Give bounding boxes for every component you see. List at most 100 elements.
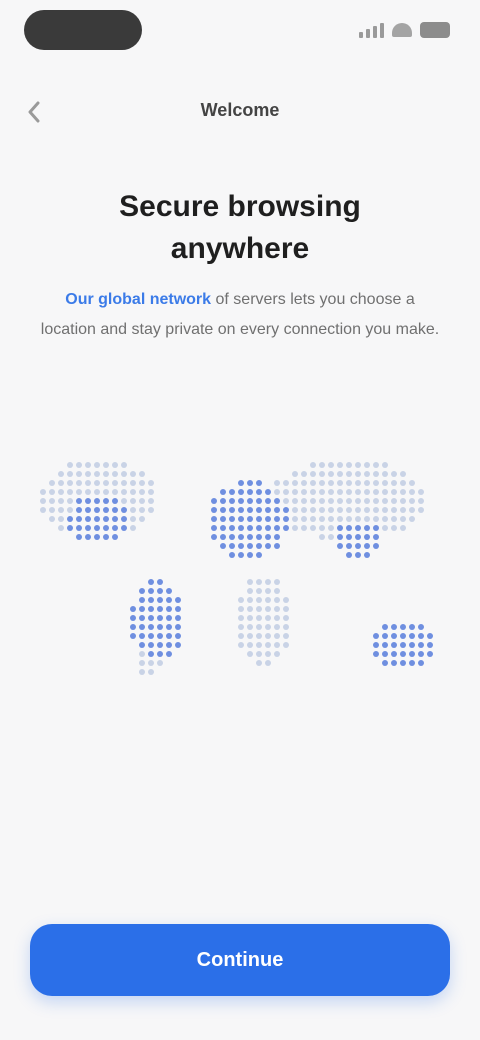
map-dot [328, 480, 334, 486]
map-dot [328, 471, 334, 477]
map-dot [76, 507, 82, 513]
continue-button[interactable]: Continue [30, 924, 450, 996]
map-dot [94, 516, 100, 522]
map-dot [85, 462, 91, 468]
map-dot [112, 480, 118, 486]
map-dot [130, 516, 136, 522]
map-dot [139, 480, 145, 486]
map-dot [391, 480, 397, 486]
map-dot [148, 615, 154, 621]
map-dot [148, 498, 154, 504]
map-dot [292, 471, 298, 477]
map-dot [49, 480, 55, 486]
map-dot [328, 534, 334, 540]
map-dot [409, 480, 415, 486]
map-dot [355, 552, 361, 558]
map-dot [265, 597, 271, 603]
map-dot [373, 471, 379, 477]
map-dot [121, 489, 127, 495]
map-dot [355, 534, 361, 540]
map-dot [85, 489, 91, 495]
map-dot [346, 534, 352, 540]
map-dot [103, 498, 109, 504]
map-dot [238, 489, 244, 495]
map-dot [400, 642, 406, 648]
map-dot [337, 516, 343, 522]
map-dot [310, 471, 316, 477]
map-dot [382, 525, 388, 531]
map-dot [409, 498, 415, 504]
map-dot [166, 633, 172, 639]
map-dot [238, 552, 244, 558]
description: Our global network of servers lets you c… [38, 285, 442, 345]
map-dot [337, 507, 343, 513]
map-dot [310, 480, 316, 486]
map-dot [247, 624, 253, 630]
map-dot [364, 462, 370, 468]
map-dot [364, 489, 370, 495]
map-dot [337, 543, 343, 549]
map-dot [301, 480, 307, 486]
map-dot [175, 597, 181, 603]
map-dot [76, 498, 82, 504]
map-dot [283, 489, 289, 495]
map-dot [175, 624, 181, 630]
map-dot [121, 525, 127, 531]
map-dot [274, 498, 280, 504]
map-dot [139, 588, 145, 594]
map-dot [76, 489, 82, 495]
map-dot [427, 633, 433, 639]
map-dot [211, 525, 217, 531]
map-dot [166, 651, 172, 657]
map-dot [130, 471, 136, 477]
map-dot [256, 543, 262, 549]
network-link[interactable]: Our global network [65, 291, 211, 308]
map-dot [400, 624, 406, 630]
map-dot [391, 507, 397, 513]
map-dot [121, 498, 127, 504]
map-dot [112, 534, 118, 540]
map-dot [319, 498, 325, 504]
map-dot [283, 606, 289, 612]
map-dot [247, 588, 253, 594]
map-dot [139, 669, 145, 675]
map-dot [265, 579, 271, 585]
map-dot [391, 660, 397, 666]
map-dot [148, 489, 154, 495]
map-dot [49, 498, 55, 504]
map-dot [310, 525, 316, 531]
map-dot [337, 480, 343, 486]
map-dot [256, 516, 262, 522]
map-dot [130, 480, 136, 486]
map-dot [256, 525, 262, 531]
map-dot [130, 498, 136, 504]
map-dot [67, 489, 73, 495]
map-dot [265, 615, 271, 621]
map-dot [247, 516, 253, 522]
map-dot [247, 543, 253, 549]
map-dot [166, 597, 172, 603]
map-dot [130, 507, 136, 513]
map-dot [292, 507, 298, 513]
map-dot [373, 633, 379, 639]
map-dot [319, 480, 325, 486]
map-dot [265, 633, 271, 639]
map-dot [67, 516, 73, 522]
map-dot [265, 534, 271, 540]
map-dot [121, 471, 127, 477]
map-dot [391, 498, 397, 504]
map-dot [40, 489, 46, 495]
map-dot [175, 642, 181, 648]
map-dot [85, 480, 91, 486]
map-dot [238, 624, 244, 630]
map-dot [373, 489, 379, 495]
map-dot [220, 507, 226, 513]
dynamic-island [24, 10, 142, 50]
map-dot [292, 525, 298, 531]
map-dot [238, 525, 244, 531]
map-dot [67, 507, 73, 513]
status-icons [359, 22, 450, 38]
map-dot [256, 498, 262, 504]
map-dot [58, 489, 64, 495]
map-dot [373, 462, 379, 468]
